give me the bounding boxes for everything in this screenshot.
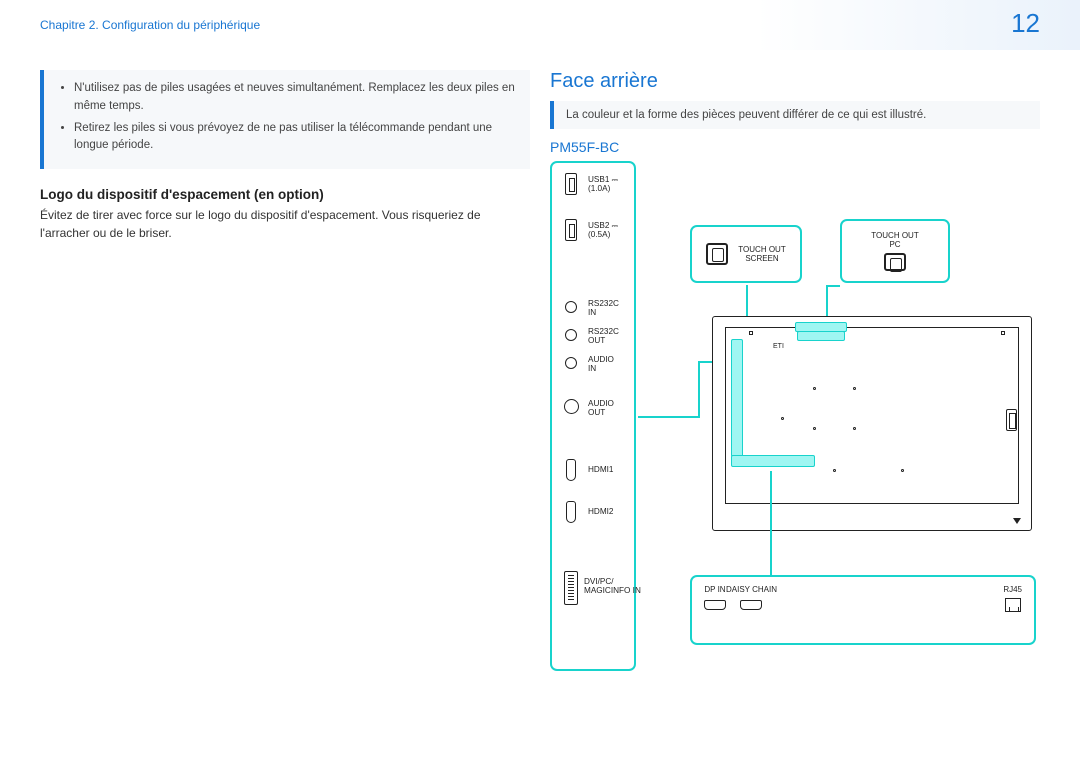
usb1-label: USB1 ⎓ (1.0A) xyxy=(588,175,618,194)
dp-in-label: DP IN xyxy=(704,585,726,594)
port-panel: USB1 ⎓ (1.0A) USB2 ⎓ (0.5A) RS232C IN RS… xyxy=(550,161,636,671)
audio-out-icon xyxy=(564,399,579,414)
chapter-title: Chapitre 2. Configuration du périphériqu… xyxy=(40,18,260,32)
hdmi1-label: HDMI1 xyxy=(588,465,613,474)
eti-mark: ETI xyxy=(773,343,784,350)
power-indicator-icon xyxy=(1013,518,1021,524)
rj45-label: RJ45 xyxy=(1003,585,1022,594)
rs232c-in-label: RS232C IN xyxy=(588,299,619,318)
hdmi2-label: HDMI2 xyxy=(588,507,613,516)
note-box: N'utilisez pas de piles usagées et neuve… xyxy=(40,70,530,169)
rear-panel-illustration: ETI xyxy=(712,316,1032,531)
logo-body: Évitez de tirer avec force sur le logo d… xyxy=(40,206,530,242)
audio-in-label: AUDIO IN xyxy=(588,355,614,374)
rs232c-out-label: RS232C OUT xyxy=(588,327,619,346)
touch-out-pc-icon xyxy=(884,253,906,271)
usb2-port-icon xyxy=(565,219,577,241)
dvi-label: DVI/PC/ MAGICINFO IN xyxy=(584,577,641,596)
hdmi2-icon xyxy=(566,501,576,523)
note-item: Retirez les piles si vous prévoyez de ne… xyxy=(74,120,516,156)
model-name: PM55F-BC xyxy=(550,139,1040,155)
bottom-port-box: DP IN DAISY CHAIN RJ45 xyxy=(690,575,1036,645)
rs232c-out-icon xyxy=(565,329,577,341)
right-column: Face arrière La couleur et la forme des … xyxy=(550,70,1040,681)
touch-out-screen-label: TOUCH OUT SCREEN xyxy=(738,245,785,263)
audio-in-icon xyxy=(565,357,577,369)
hdmi1-icon xyxy=(566,459,576,481)
rear-title: Face arrière xyxy=(550,70,1040,93)
lead-line xyxy=(698,361,700,418)
daisy-chain-icon xyxy=(740,600,762,610)
usb2-label: USB2 ⎓ (0.5A) xyxy=(588,221,618,240)
rj45-icon xyxy=(1005,598,1021,612)
touch-out-pc-label: TOUCH OUT PC xyxy=(871,231,918,249)
dp-in-icon xyxy=(704,600,726,610)
rs232c-in-icon xyxy=(565,301,577,313)
rear-diagram: USB1 ⎓ (1.0A) USB2 ⎓ (0.5A) RS232C IN RS… xyxy=(550,161,1040,681)
info-note: La couleur et la forme des pièces peuven… xyxy=(550,101,1040,129)
usb1-port-icon xyxy=(565,173,577,195)
logo-subhead: Logo du dispositif d'espacement (en opti… xyxy=(40,187,530,202)
left-column: N'utilisez pas de piles usagées et neuve… xyxy=(40,70,530,681)
page-content: N'utilisez pas de piles usagées et neuve… xyxy=(0,50,1080,681)
side-connector-icon xyxy=(1006,409,1017,431)
lead-line xyxy=(770,471,772,575)
touch-out-screen-box: TOUCH OUT SCREEN xyxy=(690,225,802,283)
page-header: Chapitre 2. Configuration du périphériqu… xyxy=(0,0,1080,50)
daisy-chain-label: DAISY CHAIN xyxy=(726,585,777,594)
page-number: 12 xyxy=(1011,8,1040,39)
lead-line xyxy=(638,416,698,418)
touch-out-pc-box: TOUCH OUT PC xyxy=(840,219,950,283)
dvi-icon xyxy=(564,571,578,605)
lead-line xyxy=(826,285,840,287)
note-item: N'utilisez pas de piles usagées et neuve… xyxy=(74,80,516,116)
audio-out-label: AUDIO OUT xyxy=(588,399,614,418)
touch-out-screen-icon xyxy=(706,243,728,265)
